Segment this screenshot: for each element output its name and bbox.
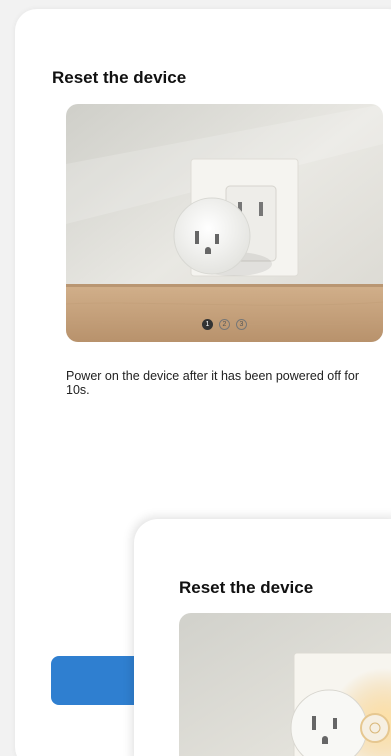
overlay-reset-card: Reset the device bbox=[134, 519, 391, 756]
smart-plug-photo bbox=[179, 613, 391, 756]
step-dot-3[interactable]: 3 bbox=[236, 319, 247, 330]
overlay-instruction-image bbox=[179, 613, 391, 756]
step-dot-1[interactable]: 1 bbox=[202, 319, 213, 330]
instruction-image-carousel[interactable]: 1 2 3 bbox=[66, 104, 383, 342]
step-indicator: 1 2 3 bbox=[66, 319, 383, 330]
overlay-page-title: Reset the device bbox=[179, 578, 314, 597]
app-screen: Reset the device 1 2 3 Power on the devi… bbox=[0, 0, 391, 756]
instruction-text: Power on the device after it has been po… bbox=[66, 369, 360, 397]
step-dot-2[interactable]: 2 bbox=[219, 319, 230, 330]
page-title: Reset the device bbox=[52, 68, 187, 87]
smart-plug-photo bbox=[66, 104, 383, 342]
